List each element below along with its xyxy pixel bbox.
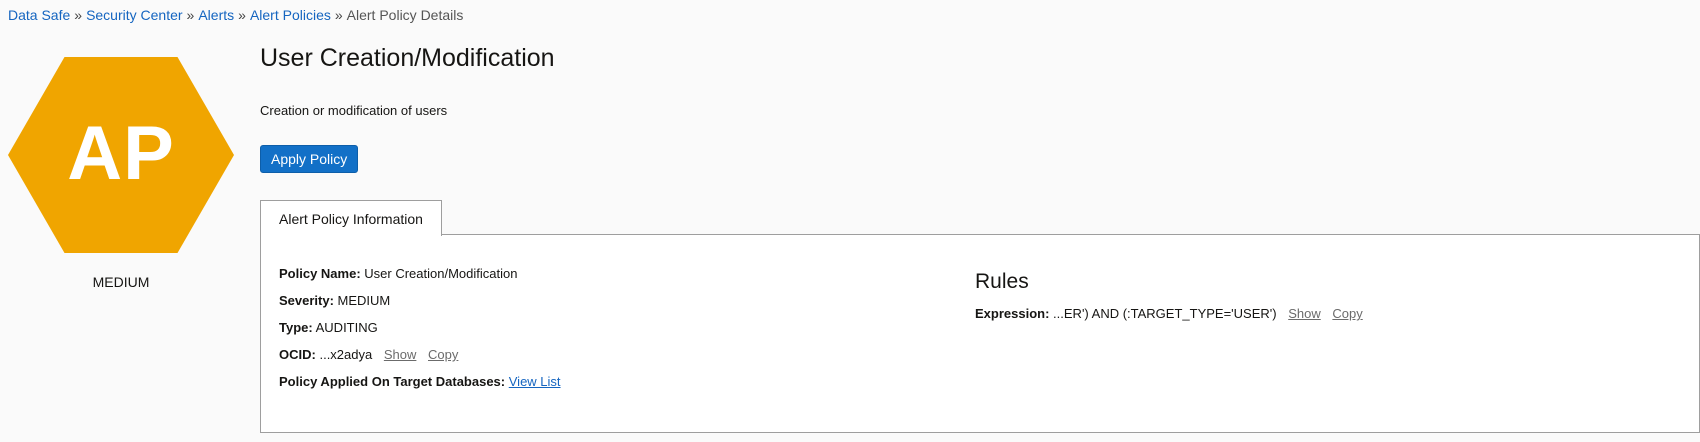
breadcrumb-separator: » <box>238 7 246 23</box>
info-row-policy-name: Policy Name: User Creation/Modification <box>279 265 561 292</box>
page-title: User Creation/Modification <box>260 44 555 72</box>
info-row-type: Type: AUDITING <box>279 319 561 346</box>
ocid-show-link[interactable]: Show <box>384 347 417 362</box>
breadcrumb-current: Alert Policy Details <box>346 7 464 23</box>
apply-policy-button[interactable]: Apply Policy <box>260 145 359 173</box>
info-row-applied-targets: Policy Applied On Target Databases: View… <box>279 373 561 400</box>
severity-value: MEDIUM <box>337 293 391 308</box>
expression-copy-link[interactable]: Copy <box>1332 306 1362 321</box>
rules-title: Rules <box>975 270 1029 293</box>
breadcrumb-separator: » <box>334 7 343 23</box>
breadcrumb-alerts[interactable]: Alerts <box>198 7 234 23</box>
rules-expression-row: Expression: ...ER') AND (:TARGET_TYPE='U… <box>975 306 1363 321</box>
breadcrumb-data-safe[interactable]: Data Safe <box>8 7 70 23</box>
info-row-severity: Severity: MEDIUM <box>279 292 561 319</box>
ocid-copy-link[interactable]: Copy <box>428 347 458 362</box>
type-value: AUDITING <box>315 320 378 335</box>
applied-targets-label: Policy Applied On Target Databases: <box>279 374 506 389</box>
breadcrumb-security-center[interactable]: Security Center <box>86 7 182 23</box>
policy-name-label: Policy Name: <box>279 266 361 281</box>
rules-section: Rules Expression: ...ER') AND (:TARGET_T… <box>975 270 1363 321</box>
policy-info-list: Policy Name: User Creation/Modification … <box>279 265 561 400</box>
info-row-ocid: OCID: ...x2adya Show Copy <box>279 346 561 373</box>
ocid-label: OCID: <box>279 347 316 362</box>
tab-alert-policy-information[interactable]: Alert Policy Information <box>260 200 442 236</box>
type-label: Type: <box>279 320 313 335</box>
breadcrumb-separator: » <box>186 7 195 23</box>
expression-label: Expression: <box>975 306 1050 321</box>
policy-description: Creation or modification of users <box>260 103 448 118</box>
breadcrumb-alert-policies[interactable]: Alert Policies <box>250 7 331 23</box>
badge-severity-label: MEDIUM <box>92 274 150 290</box>
view-list-link[interactable]: View List <box>509 374 561 389</box>
severity-label: Severity: <box>279 293 334 308</box>
breadcrumb-separator: » <box>74 7 83 23</box>
badge-initials: AP <box>67 110 175 196</box>
ocid-value: ...x2adya <box>319 347 373 362</box>
expression-show-link[interactable]: Show <box>1288 306 1321 321</box>
policy-name-value: User Creation/Modification <box>364 266 518 281</box>
expression-value: ...ER') AND (:TARGET_TYPE='USER') <box>1053 306 1277 321</box>
policy-hexagon-badge: AP <box>8 57 234 253</box>
tab-panel-join <box>261 233 440 236</box>
breadcrumb: Data Safe» Security Center» Alerts» Alert P… <box>8 6 463 24</box>
